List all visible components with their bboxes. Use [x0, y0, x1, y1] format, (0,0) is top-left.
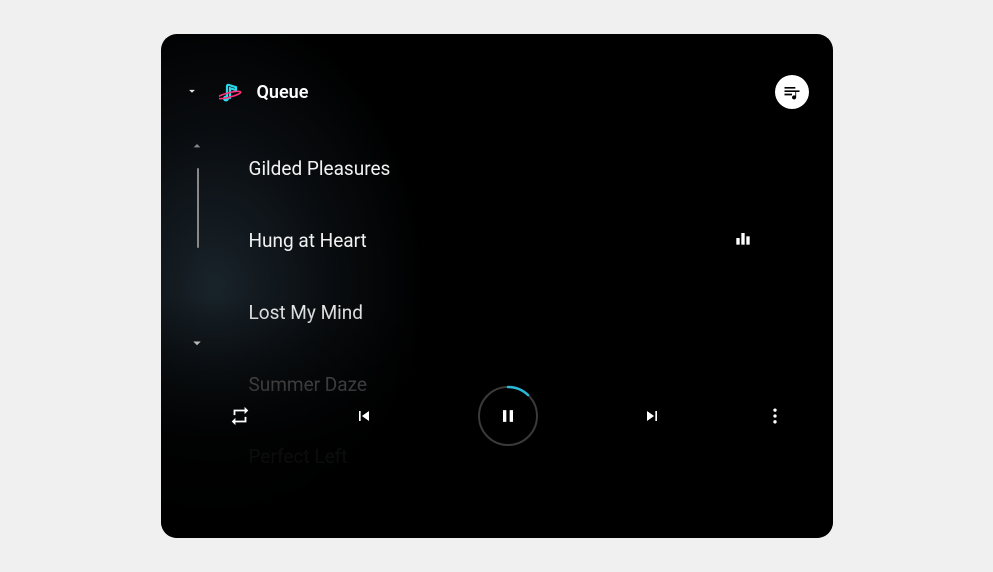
play-pause-button[interactable]: [477, 385, 539, 447]
dropdown-caret-icon[interactable]: [185, 83, 199, 102]
chevron-up-icon[interactable]: [187, 138, 207, 154]
equalizer-icon: [733, 228, 753, 252]
progress-ring-icon: [477, 385, 539, 447]
music-player-panel: Queue Gilded Pleasures Hung at Heart: [161, 34, 833, 538]
queue-item-label: Gilded Pleasures: [249, 157, 391, 180]
header-title: Queue: [257, 82, 309, 103]
more-button[interactable]: [765, 406, 785, 426]
scroll-indicator: [197, 168, 199, 248]
previous-button[interactable]: [354, 406, 374, 426]
queue-item[interactable]: Hung at Heart: [249, 204, 773, 276]
player-controls: [221, 384, 793, 448]
queue-item[interactable]: Gilded Pleasures: [249, 132, 773, 204]
next-button[interactable]: [642, 406, 662, 426]
player-header: Queue: [185, 72, 809, 112]
chevron-down-icon[interactable]: [187, 334, 207, 352]
repeat-button[interactable]: [229, 405, 251, 427]
queue-item-label: Hung at Heart: [249, 229, 367, 252]
queue-item-label: Lost My Mind: [249, 301, 364, 324]
app-logo-icon: [219, 80, 243, 104]
queue-item[interactable]: Lost My Mind: [249, 276, 773, 348]
playlist-button[interactable]: [775, 75, 809, 109]
